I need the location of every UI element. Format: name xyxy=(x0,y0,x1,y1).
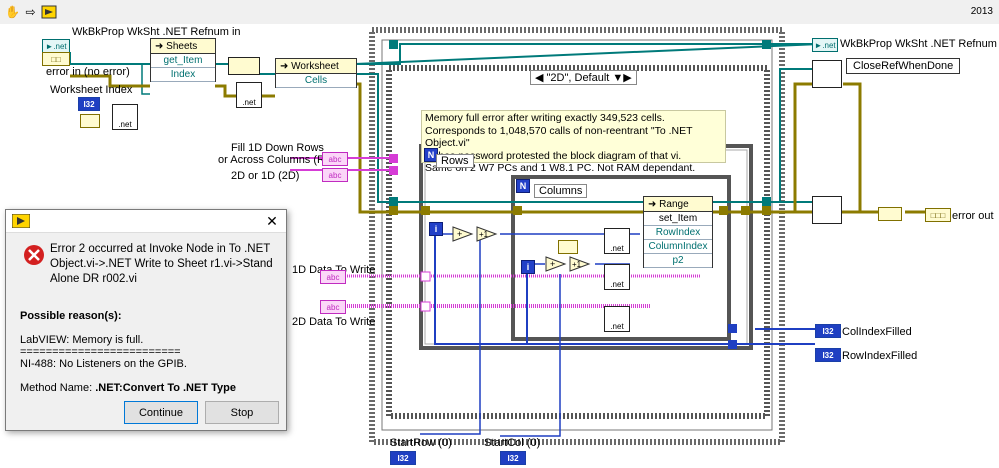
comment-line-1: Memory full error after writing exactly … xyxy=(425,112,665,124)
svg-text:+1: +1 xyxy=(479,230,489,239)
convert-chain-node[interactable] xyxy=(228,57,260,75)
run-arrow-icon[interactable]: ⇨ xyxy=(22,3,39,20)
fill-1d-label-2: or Across Columns (R) xyxy=(218,154,329,166)
two-d-data-label: 2D Data To Write xyxy=(292,316,376,328)
rows-add-node[interactable]: + xyxy=(452,226,474,242)
svg-text:+: + xyxy=(457,229,462,239)
to-net-object-subvi-1[interactable]: .net xyxy=(112,104,138,130)
start-row-terminal[interactable]: I32 xyxy=(390,451,416,465)
flat-sequence-frame xyxy=(369,27,785,445)
error-out-terminal[interactable]: □□□ xyxy=(925,208,951,222)
fill-1d-terminal[interactable]: abc xyxy=(322,152,348,166)
refnum-out-terminal[interactable]: ►.net xyxy=(812,38,838,52)
wrap-icon[interactable] xyxy=(40,3,57,20)
error-dialog[interactable]: ✕ Error 2 occurred at Invoke Node in To … xyxy=(5,209,287,431)
start-col-terminal[interactable]: I32 xyxy=(500,451,526,465)
worksheet-index-label: Worksheet Index xyxy=(50,84,133,96)
worksheet-title: Worksheet xyxy=(291,60,339,72)
worksheet-cells-prop[interactable]: Cells xyxy=(276,74,356,88)
columns-loop-iteration: i xyxy=(521,260,535,274)
svg-text:+1: +1 xyxy=(572,260,582,269)
start-row-label: StartRow (0) xyxy=(390,437,452,449)
sheets-get-item[interactable]: get_Item xyxy=(151,54,215,68)
error-in-label: error in (no error) xyxy=(46,66,130,78)
comment-line-2: Corresponds to 1,048,570 calls of non-re… xyxy=(425,124,693,150)
error-message-line-2: Object.vi->.NET Write to Sheet r1.vi->St… xyxy=(50,258,273,270)
refnum-in-terminal[interactable]: ►.net xyxy=(42,39,70,53)
toolbar: ✋ ⇨ 2013 xyxy=(0,0,999,25)
error-message-line-1: Error 2 occurred at Invoke Node in To .N… xyxy=(50,243,271,255)
to-net-object-subvi-4[interactable]: .net xyxy=(604,264,630,290)
labview-app-icon xyxy=(12,214,30,228)
stop-button[interactable]: Stop xyxy=(205,401,279,424)
method-name: Method Name: .NET:Convert To .NET Type xyxy=(20,382,236,394)
error-icon xyxy=(24,245,44,265)
range-set-item[interactable]: set_Item xyxy=(644,212,712,226)
possible-reasons-heading: Possible reason(s): xyxy=(20,310,122,322)
columns-increment-node[interactable]: +1 xyxy=(569,256,591,272)
range-column-index[interactable]: ColumnIndex xyxy=(644,240,712,254)
sheets-index-param[interactable]: Index xyxy=(151,68,215,82)
block-diagram[interactable]: WkBkProp WkSht .NET Refnum in ►.net □□ e… xyxy=(0,24,999,468)
error-in-terminal[interactable]: □□ xyxy=(42,52,70,66)
worksheet-property-node[interactable]: ➜ Worksheet Cells xyxy=(275,58,357,88)
close-icon[interactable]: ✕ xyxy=(264,213,280,229)
sheets-property-node[interactable]: ➜ Sheets get_Item Index xyxy=(150,38,216,82)
columns-loop-count: N xyxy=(516,179,530,193)
hand-icon[interactable]: ✋ xyxy=(4,3,21,20)
error-message-line-3: Alone DR r002.vi xyxy=(50,273,137,285)
worksheet-index-terminal[interactable]: I32 xyxy=(78,97,100,111)
to-net-object-subvi-3[interactable]: .net xyxy=(604,228,630,254)
row-index-filled-terminal[interactable]: I32 xyxy=(815,348,841,362)
columns-add-node[interactable]: + xyxy=(545,256,567,272)
reason-ni488: NI-488: No Listeners on the GPIB. xyxy=(20,358,187,370)
col-index-filled-label: ColIndexFilled xyxy=(842,326,912,338)
to-net-object-subvi-2[interactable]: .net xyxy=(236,82,262,108)
col-index-filled-terminal[interactable]: I32 xyxy=(815,324,841,338)
row-index-filled-label: RowIndexFilled xyxy=(842,350,918,362)
merge-errors-node[interactable] xyxy=(878,207,902,221)
columns-loop-label: Columns xyxy=(534,184,588,198)
reason-separator: ========================= xyxy=(20,346,181,358)
close-ref-when-done: CloseRefWhenDone xyxy=(846,58,961,74)
refnum-out-label: WkBkProp WkSht .NET Refnum out xyxy=(840,38,999,50)
dialog-title-bar: ✕ xyxy=(6,210,286,233)
error-out-label: error out xyxy=(952,210,994,222)
refnum-in-label: WkBkProp WkSht .NET Refnum in xyxy=(72,26,241,38)
continue-button[interactable]: Continue xyxy=(124,401,198,424)
rows-increment-node[interactable]: +1 xyxy=(476,226,498,242)
close-ref-subvi-2[interactable] xyxy=(812,196,842,224)
rows-loop-iteration: i xyxy=(429,222,443,236)
version-year: 2013 xyxy=(970,6,993,17)
rows-loop-label: Rows xyxy=(436,154,474,168)
error-cluster-const[interactable] xyxy=(80,114,100,128)
two-d-data-terminal[interactable]: abc xyxy=(320,300,346,314)
range-row-index[interactable]: RowIndex xyxy=(644,226,712,240)
one-d-data-terminal[interactable]: abc xyxy=(320,270,346,284)
inner-error-const[interactable] xyxy=(558,240,578,254)
range-title: Range xyxy=(659,198,689,210)
reason-labview: LabVIEW: Memory is full. xyxy=(20,334,144,346)
start-col-label: StartCol (0) xyxy=(484,437,541,449)
close-ref-subvi-1[interactable] xyxy=(812,60,842,88)
sheets-title: Sheets xyxy=(166,40,198,52)
case-selector[interactable]: ◀ "2D", Default ▼▶ xyxy=(530,70,637,85)
fill-1d-label-1: Fill 1D Down Rows xyxy=(231,142,324,154)
two-d-or-one-d-label: 2D or 1D (2D) xyxy=(231,170,300,182)
to-net-object-subvi-5[interactable]: .net xyxy=(604,306,630,332)
range-p2[interactable]: p2 xyxy=(644,254,712,268)
range-property-node[interactable]: ➜ Range set_Item RowIndex ColumnIndex p2 xyxy=(643,196,713,268)
svg-text:+: + xyxy=(550,259,555,269)
two-d-or-one-d-terminal[interactable]: abc xyxy=(322,168,348,182)
